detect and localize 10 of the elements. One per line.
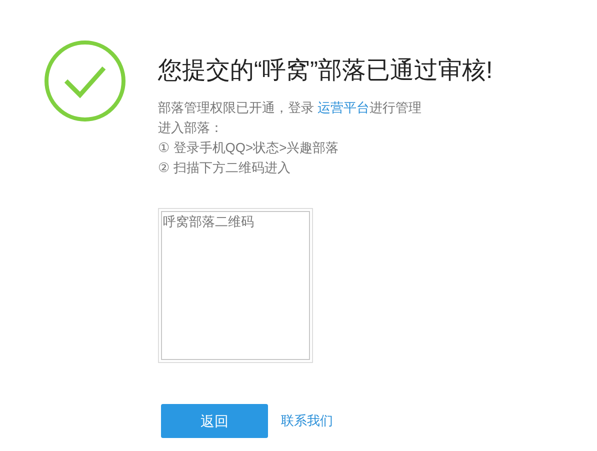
checkmark-icon xyxy=(44,40,126,122)
step-text: ① 登录手机QQ>状态>兴趣部落 xyxy=(158,139,340,157)
contact-link[interactable]: 联系我们 xyxy=(281,411,333,431)
qr-code-alt-text: 呼窝部落二维码 xyxy=(163,214,254,230)
platform-link[interactable]: 运营平台 xyxy=(318,100,370,115)
step-text: ② 扫描下方二维码进入 xyxy=(158,159,292,177)
page-title: 您提交的“呼窝”部落已通过审核! xyxy=(158,56,493,86)
notice-text: 部落管理权限已开通，登录 运营平台进行管理 xyxy=(158,99,423,117)
back-button[interactable]: 返回 xyxy=(161,404,268,438)
steps-heading: 进入部落： xyxy=(158,119,224,137)
